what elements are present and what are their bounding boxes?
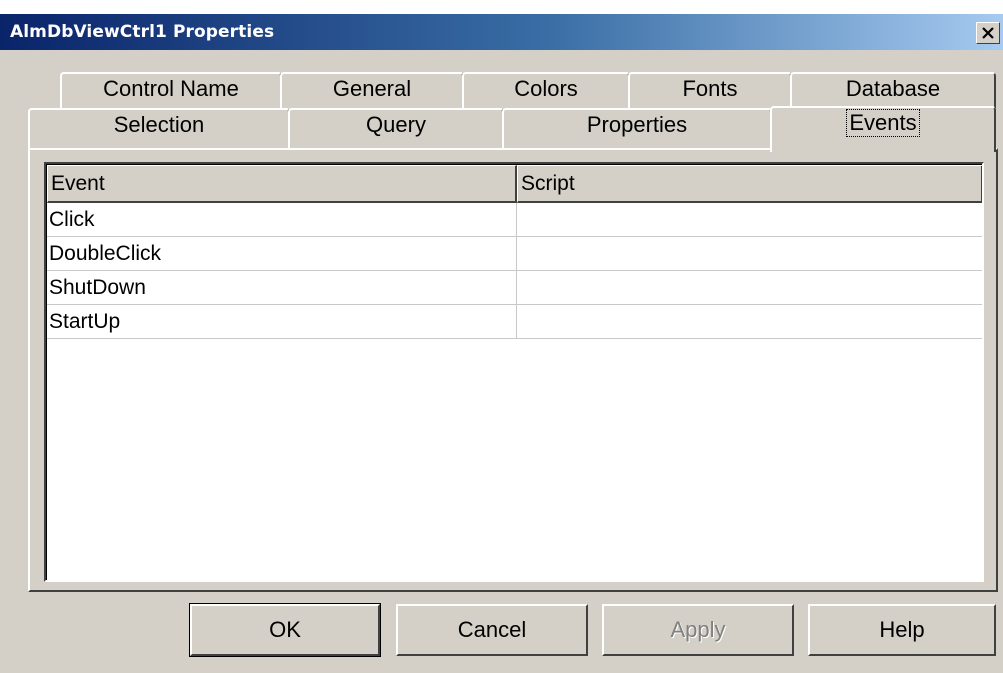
tab-colors[interactable]: Colors bbox=[462, 72, 630, 108]
events-grid[interactable]: Event Script Click DoubleClick ShutDown … bbox=[44, 162, 984, 582]
tab-label: Colors bbox=[514, 76, 578, 101]
event-cell: StartUp bbox=[47, 305, 517, 339]
ok-button[interactable]: OK bbox=[189, 603, 381, 657]
table-row[interactable]: StartUp bbox=[47, 305, 982, 339]
cancel-button[interactable]: Cancel bbox=[396, 604, 588, 656]
event-cell: Click bbox=[47, 203, 517, 237]
tab-label: Properties bbox=[586, 112, 688, 137]
table-row[interactable]: DoubleClick bbox=[47, 237, 982, 271]
tab-fonts[interactable]: Fonts bbox=[628, 72, 792, 108]
apply-button[interactable]: Apply bbox=[602, 604, 794, 656]
tab-query[interactable]: Query bbox=[288, 108, 504, 150]
script-cell[interactable] bbox=[517, 271, 982, 305]
events-tab-panel: Event Script Click DoubleClick ShutDown … bbox=[28, 148, 998, 592]
tab-label: General bbox=[332, 76, 412, 101]
grid-body: Event Script Click DoubleClick ShutDown … bbox=[46, 164, 982, 580]
tab-selection[interactable]: Selection bbox=[28, 108, 290, 150]
window-title: AlmDbViewCtrl1 Properties bbox=[10, 22, 275, 42]
tab-label: Selection bbox=[113, 112, 205, 137]
top-margin bbox=[0, 0, 1003, 14]
script-cell[interactable] bbox=[517, 305, 982, 339]
table-row[interactable]: Click bbox=[47, 203, 982, 237]
tab-label: Fonts bbox=[682, 76, 738, 101]
tab-events[interactable]: Events bbox=[770, 106, 996, 152]
script-cell[interactable] bbox=[517, 203, 982, 237]
close-button[interactable] bbox=[976, 22, 1000, 44]
table-row[interactable]: ShutDown bbox=[47, 271, 982, 305]
title-bar[interactable]: AlmDbViewCtrl1 Properties bbox=[0, 14, 1003, 50]
tab-label: Control Name bbox=[103, 76, 239, 101]
tab-label: Events bbox=[846, 109, 920, 137]
tab-control-name[interactable]: Control Name bbox=[60, 72, 282, 108]
help-button[interactable]: Help bbox=[808, 604, 996, 656]
close-icon bbox=[982, 27, 994, 39]
event-cell: ShutDown bbox=[47, 271, 517, 305]
column-header-script[interactable]: Script bbox=[517, 165, 982, 203]
properties-dialog: AlmDbViewCtrl1 Properties Control Name G… bbox=[0, 0, 1003, 673]
column-header-event[interactable]: Event bbox=[47, 165, 517, 203]
script-cell[interactable] bbox=[517, 237, 982, 271]
tab-database[interactable]: Database bbox=[790, 72, 996, 108]
tab-general[interactable]: General bbox=[280, 72, 464, 108]
tab-label: Database bbox=[845, 76, 941, 101]
tab-label: Query bbox=[366, 112, 426, 137]
event-cell: DoubleClick bbox=[47, 237, 517, 271]
tab-properties[interactable]: Properties bbox=[502, 108, 772, 150]
